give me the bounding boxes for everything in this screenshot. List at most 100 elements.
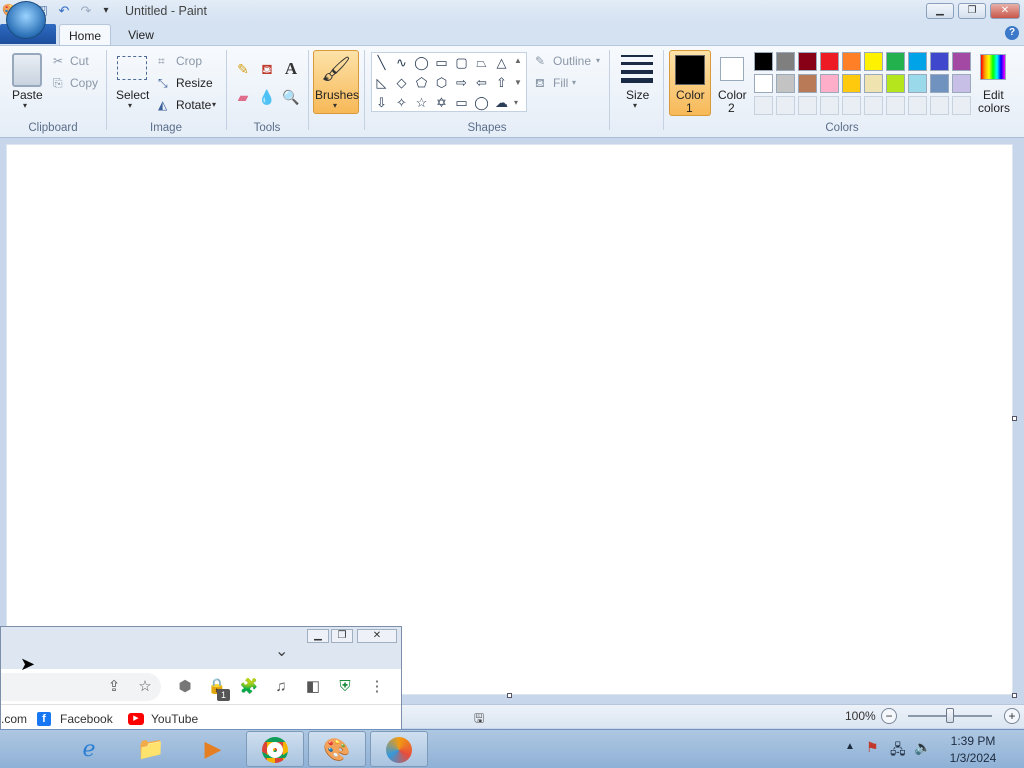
zoom-slider-thumb[interactable] <box>946 708 954 723</box>
triangle-shape-icon[interactable]: △ <box>492 53 511 72</box>
tab-search-dropdown[interactable]: ⌄ <box>275 641 288 661</box>
right-arrow-shape-icon[interactable]: ⇨ <box>452 73 471 92</box>
pencil-icon[interactable]: ✎ <box>233 59 253 79</box>
pentagon-shape-icon[interactable]: ⬠ <box>412 73 431 92</box>
paste-button[interactable]: Paste <box>12 88 43 102</box>
palette-swatch[interactable] <box>952 96 971 115</box>
palette-swatch[interactable] <box>798 96 817 115</box>
bookmark-star-icon[interactable]: ☆ <box>135 677 155 697</box>
rounded-rectangle-shape-icon[interactable]: ▢ <box>452 53 471 72</box>
show-hidden-icons[interactable]: ▲ <box>845 741 855 752</box>
palette-swatch[interactable] <box>754 74 773 93</box>
cloud-callout-shape-icon[interactable]: ☁ <box>492 93 511 112</box>
palette-swatch[interactable] <box>842 96 861 115</box>
file-explorer-icon[interactable]: 📁 <box>122 731 180 767</box>
palette-swatch[interactable] <box>798 52 817 71</box>
action-center-icon[interactable]: ⚑ <box>866 739 879 756</box>
volume-icon[interactable]: 🔈 <box>914 739 931 756</box>
four-point-star-shape-icon[interactable]: ✧ <box>392 93 411 112</box>
diamond-shape-icon[interactable]: ◇ <box>392 73 411 92</box>
palette-swatch[interactable] <box>930 52 949 71</box>
magnifier-icon[interactable]: 🔍 <box>281 87 301 107</box>
eraser-icon[interactable]: ▰ <box>233 87 253 107</box>
paint-taskbar-icon[interactable]: 🎨 <box>308 731 366 767</box>
share-icon[interactable]: ⇪ <box>104 677 124 697</box>
palette-swatch[interactable] <box>776 52 795 71</box>
canvas-resize-handle-bottom[interactable] <box>507 693 512 698</box>
bookmark-facebook[interactable]: Facebook <box>60 712 113 726</box>
left-arrow-shape-icon[interactable]: ⇦ <box>472 73 491 92</box>
color2-swatch[interactable] <box>720 57 744 81</box>
outline-button[interactable]: Outline <box>553 54 591 68</box>
down-arrow-shape-icon[interactable]: ⇩ <box>372 93 391 112</box>
rectangle-shape-icon[interactable]: ▭ <box>432 53 451 72</box>
internet-explorer-icon[interactable]: ℯ <box>60 731 118 767</box>
crop-button[interactable]: Crop <box>176 54 202 68</box>
polygon-shape-icon[interactable]: ⏢ <box>472 53 491 72</box>
palette-swatch[interactable] <box>754 52 773 71</box>
rect-callout-shape-icon[interactable]: ▭ <box>452 93 471 112</box>
edit-colors-button[interactable]: Edit <box>983 88 1004 102</box>
clock-date[interactable]: 1/3/2024 <box>944 751 1002 765</box>
undo-icon[interactable]: ↶ <box>56 3 72 19</box>
bookmark-partial[interactable]: .com <box>1 712 27 726</box>
network-icon[interactable]: 🖧 <box>890 739 906 763</box>
hexagon-shape-icon[interactable]: ⬡ <box>432 73 451 92</box>
extensions-puzzle-icon[interactable]: 🧩 <box>239 677 259 697</box>
palette-swatch[interactable] <box>776 74 795 93</box>
line-shape-icon[interactable]: ╲ <box>372 53 391 72</box>
palette-swatch[interactable] <box>864 52 883 71</box>
minimize-button[interactable]: ▁ <box>926 3 954 19</box>
zoom-in-button[interactable]: + <box>1004 708 1020 724</box>
palette-swatch[interactable] <box>886 74 905 93</box>
palette-swatch[interactable] <box>886 52 905 71</box>
clock-time[interactable]: 1:39 PM <box>946 734 1000 748</box>
rotate-button[interactable]: Rotate <box>176 98 211 112</box>
close-button[interactable]: ✕ <box>990 3 1020 19</box>
chrome-menu-icon[interactable]: ⋮ <box>367 677 387 697</box>
right-triangle-shape-icon[interactable]: ◺ <box>372 73 391 92</box>
gallery-scroll-up-icon[interactable]: ▲ <box>514 56 522 65</box>
palette-swatch[interactable] <box>842 52 861 71</box>
palette-swatch[interactable] <box>930 74 949 93</box>
restore-button[interactable]: ❐ <box>958 3 986 19</box>
gallery-expand-icon[interactable]: ▾ <box>514 98 518 107</box>
palette-swatch[interactable] <box>952 52 971 71</box>
chrome-taskbar-icon[interactable] <box>246 731 304 767</box>
palette-swatch[interactable] <box>886 96 905 115</box>
tab-home[interactable]: Home <box>59 24 111 46</box>
up-arrow-shape-icon[interactable]: ⇧ <box>492 73 511 92</box>
palette-swatch[interactable] <box>754 96 773 115</box>
oval-callout-shape-icon[interactable]: ◯ <box>472 93 491 112</box>
copy-button[interactable]: Copy <box>70 76 98 90</box>
resize-button[interactable]: Resize <box>176 76 213 90</box>
palette-swatch[interactable] <box>908 74 927 93</box>
app-taskbar-icon[interactable] <box>370 731 428 767</box>
drawing-canvas[interactable] <box>6 144 1013 695</box>
palette-swatch[interactable] <box>798 74 817 93</box>
palette-swatch[interactable] <box>930 96 949 115</box>
gallery-scroll-down-icon[interactable]: ▼ <box>514 78 522 87</box>
bookmark-youtube[interactable]: YouTube <box>151 712 198 726</box>
palette-swatch[interactable] <box>864 74 883 93</box>
palette-swatch[interactable] <box>776 96 795 115</box>
palette-swatch[interactable] <box>820 96 839 115</box>
zoom-out-button[interactable]: − <box>881 708 897 724</box>
cut-button[interactable]: Cut <box>70 54 89 68</box>
help-icon[interactable]: ? <box>1005 26 1019 40</box>
fill-button[interactable]: Fill <box>553 76 568 90</box>
security-shield-icon[interactable]: ⛨ <box>335 677 355 697</box>
chrome-restore-button[interactable]: ❐ <box>331 629 353 643</box>
customize-qat-button[interactable]: ▾ <box>98 3 114 19</box>
palette-swatch[interactable] <box>952 74 971 93</box>
media-queue-icon[interactable]: ♫ <box>271 677 291 697</box>
tab-view[interactable]: View <box>118 24 164 46</box>
size-button[interactable]: Size <box>626 88 649 102</box>
media-player-icon[interactable]: ▶ <box>184 731 242 767</box>
palette-swatch[interactable] <box>820 52 839 71</box>
extension-shield-icon[interactable]: ⬢ <box>175 677 195 697</box>
canvas-resize-handle-right[interactable] <box>1012 416 1017 421</box>
palette-swatch[interactable] <box>864 96 883 115</box>
curve-shape-icon[interactable]: ∿ <box>392 53 411 72</box>
start-button[interactable] <box>6 1 46 39</box>
